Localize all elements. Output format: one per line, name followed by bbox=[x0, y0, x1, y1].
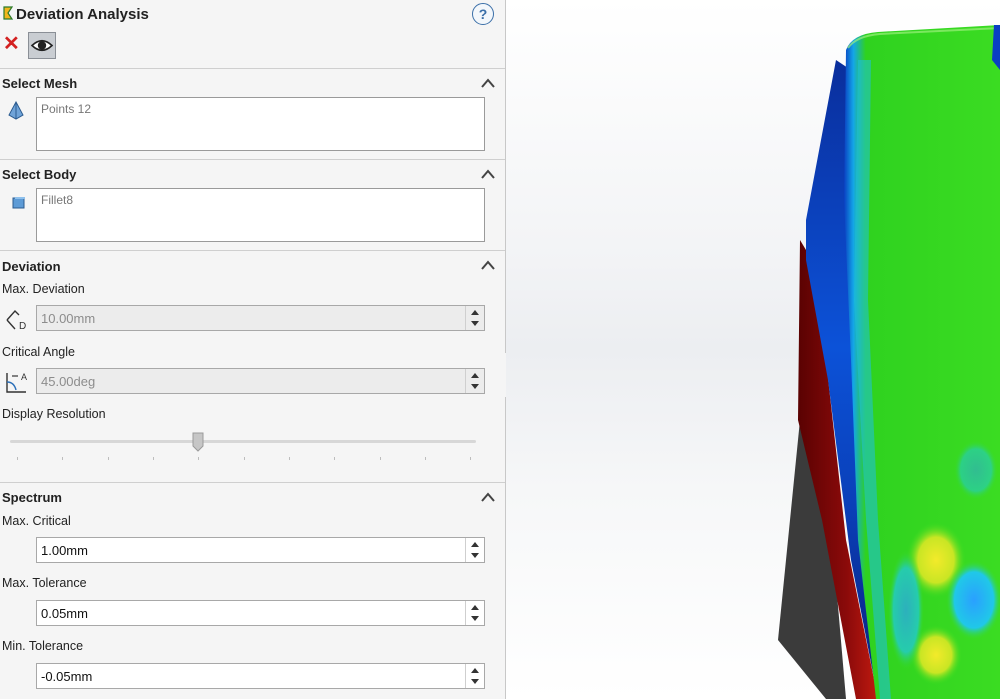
spinner-arrows[interactable] bbox=[465, 369, 484, 393]
property-manager-panel: Deviation Analysis ? ✕ Select Mesh Point… bbox=[0, 0, 506, 699]
spectrum-title: Spectrum bbox=[2, 490, 62, 505]
slider-thumb[interactable] bbox=[192, 432, 204, 452]
arrow-up-icon[interactable] bbox=[471, 373, 479, 378]
max-critical-value: 1.00mm bbox=[41, 543, 88, 558]
mesh-icon bbox=[8, 101, 24, 120]
max-tolerance-field[interactable]: 0.05mm bbox=[36, 600, 485, 626]
chevron-up-icon[interactable] bbox=[480, 77, 496, 89]
min-tolerance-value: -0.05mm bbox=[41, 669, 93, 684]
arrow-up-icon[interactable] bbox=[471, 605, 479, 610]
max-deviation-label: Max. Deviation bbox=[2, 282, 85, 296]
section-divider bbox=[0, 68, 505, 69]
chevron-up-icon[interactable] bbox=[480, 259, 496, 271]
arrow-down-icon[interactable] bbox=[471, 616, 479, 621]
max-deviation-value: 10.00mm bbox=[41, 311, 96, 326]
body-icon bbox=[12, 197, 25, 209]
select-mesh-title: Select Mesh bbox=[2, 76, 78, 91]
min-tolerance-label: Min. Tolerance bbox=[2, 639, 84, 653]
arrow-down-icon[interactable] bbox=[471, 384, 479, 389]
preview-toggle-button[interactable] bbox=[28, 32, 56, 59]
body-selection-box[interactable]: Fillet8 bbox=[36, 188, 485, 242]
svg-text:D: D bbox=[19, 321, 26, 332]
mesh-selection-value: Points 12 bbox=[41, 102, 92, 116]
max-critical-label: Max. Critical bbox=[2, 514, 71, 528]
deviation-title: Deviation bbox=[2, 259, 61, 274]
section-divider bbox=[0, 159, 505, 160]
deviation-color-model[interactable] bbox=[506, 0, 1000, 699]
spinner-arrows[interactable] bbox=[465, 601, 484, 625]
spinner-arrows[interactable] bbox=[465, 306, 484, 330]
chevron-up-icon[interactable] bbox=[480, 168, 496, 180]
max-deviation-icon: D bbox=[6, 309, 26, 332]
help-icon: ? bbox=[478, 6, 488, 22]
panel-title: Deviation Analysis bbox=[16, 6, 149, 23]
arrow-up-icon[interactable] bbox=[471, 310, 479, 315]
max-tolerance-label: Max. Tolerance bbox=[2, 576, 87, 590]
svg-text:A: A bbox=[21, 372, 27, 382]
graphics-viewport[interactable] bbox=[506, 0, 1000, 699]
app-logo-icon bbox=[3, 6, 14, 23]
display-resolution-slider[interactable] bbox=[10, 440, 476, 443]
critical-angle-label: Critical Angle bbox=[2, 345, 75, 359]
arrow-down-icon[interactable] bbox=[471, 321, 479, 326]
critical-angle-icon: A bbox=[6, 372, 27, 393]
section-divider bbox=[0, 250, 505, 251]
panel-header: Deviation Analysis ? bbox=[0, 0, 505, 32]
body-selection-value: Fillet8 bbox=[41, 193, 74, 207]
critical-angle-field[interactable]: 45.00deg bbox=[36, 368, 485, 394]
arrow-up-icon[interactable] bbox=[471, 542, 479, 547]
critical-angle-value: 45.00deg bbox=[41, 374, 96, 389]
section-divider bbox=[0, 482, 505, 483]
display-resolution-label: Display Resolution bbox=[2, 407, 106, 421]
max-critical-field[interactable]: 1.00mm bbox=[36, 537, 485, 563]
mesh-selection-box[interactable]: Points 12 bbox=[36, 97, 485, 151]
help-button[interactable]: ? bbox=[472, 3, 494, 25]
eye-icon bbox=[30, 39, 54, 52]
select-body-title: Select Body bbox=[2, 167, 77, 182]
max-deviation-field[interactable]: 10.00mm bbox=[36, 305, 485, 331]
arrow-up-icon[interactable] bbox=[471, 668, 479, 673]
arrow-down-icon[interactable] bbox=[471, 553, 479, 558]
arrow-down-icon[interactable] bbox=[471, 679, 479, 684]
chevron-up-icon[interactable] bbox=[480, 491, 496, 503]
spinner-arrows[interactable] bbox=[465, 664, 484, 688]
max-tolerance-value: 0.05mm bbox=[41, 606, 88, 621]
min-tolerance-field[interactable]: -0.05mm bbox=[36, 663, 485, 689]
spinner-arrows[interactable] bbox=[465, 538, 484, 562]
close-button[interactable]: ✕ bbox=[3, 33, 20, 55]
close-icon: ✕ bbox=[3, 33, 20, 55]
